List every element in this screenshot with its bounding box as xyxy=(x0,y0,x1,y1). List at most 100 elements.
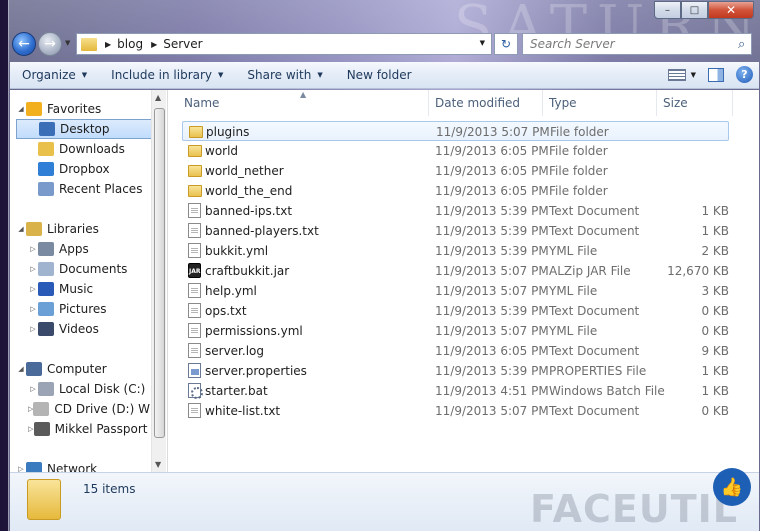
nav-item-documents[interactable]: ▷ Documents xyxy=(16,259,156,279)
breadcrumb-blog[interactable]: blog xyxy=(117,37,143,51)
nav-item-apps[interactable]: ▷ Apps xyxy=(16,239,156,259)
address-dropdown-icon[interactable]: ▼ xyxy=(480,39,485,47)
document-icon xyxy=(188,303,201,318)
nav-item-recent-places[interactable]: Recent Places xyxy=(16,179,156,199)
expand-arrow-icon[interactable]: ▷ xyxy=(28,325,38,333)
recent-places-icon xyxy=(38,182,54,196)
breadcrumb[interactable]: ▶ blog xyxy=(105,37,143,51)
navigation-pane-scrollbar[interactable]: ▲ ▼ xyxy=(151,90,166,472)
file-size: 1 KB xyxy=(701,384,729,398)
file-name: world xyxy=(205,144,239,158)
network-icon xyxy=(26,462,42,472)
maximize-button[interactable]: □ xyxy=(681,1,708,19)
file-row[interactable]: plugins 11/9/2013 5:07 PM File folder xyxy=(182,121,729,141)
file-size: 0 KB xyxy=(701,404,729,418)
expand-arrow-icon[interactable]: ▷ xyxy=(28,285,38,293)
expand-arrow-icon[interactable]: ▷ xyxy=(28,265,38,273)
document-icon xyxy=(188,243,201,258)
nav-item-computer[interactable]: ◢ Computer xyxy=(16,359,156,379)
like-icon[interactable]: 👍 xyxy=(713,468,751,506)
scroll-up-icon[interactable]: ▲ xyxy=(155,93,161,102)
preview-pane-icon[interactable] xyxy=(708,67,724,82)
file-row[interactable]: server.log 11/9/2013 6:05 PM Text Document… xyxy=(182,341,729,361)
file-row[interactable]: world 11/9/2013 6:05 PM File folder xyxy=(182,141,729,161)
folder-icon xyxy=(188,185,202,197)
breadcrumb-separator-icon: ▶ xyxy=(151,39,158,49)
content-area: ◢ Favorites Desktop Downloads Dropbox Recent … xyxy=(10,90,759,472)
file-row[interactable]: JAR craftbukkit.jar 11/9/2013 5:07 PM ALZip… xyxy=(182,261,729,281)
column-header-date[interactable]: Date modified xyxy=(429,90,543,116)
close-button[interactable]: ✕ xyxy=(708,1,754,19)
view-controls: ▼ ? xyxy=(667,66,753,83)
nav-item-videos[interactable]: ▷ Videos xyxy=(16,319,156,339)
file-date: 11/9/2013 5:07 PM xyxy=(435,264,549,278)
file-row[interactable]: banned-ips.txt 11/9/2013 5:39 PM Text Docu… xyxy=(182,201,729,221)
column-header-type[interactable]: Type xyxy=(543,90,657,116)
file-row[interactable]: ops.txt 11/9/2013 5:39 PM Text Document 0 K… xyxy=(182,301,729,321)
column-header-size[interactable]: Size xyxy=(657,90,733,116)
refresh-button[interactable]: ↻ xyxy=(494,33,518,55)
forward-button[interactable]: → xyxy=(38,32,62,56)
minimize-button[interactable]: – xyxy=(654,1,681,19)
file-size: 1 KB xyxy=(701,204,729,218)
expand-arrow-icon[interactable]: ▷ xyxy=(28,305,38,313)
change-view-button[interactable]: ▼ xyxy=(667,68,696,81)
properties-file-icon xyxy=(188,363,201,378)
pane-divider[interactable] xyxy=(167,90,168,472)
file-type: ALZip JAR File xyxy=(549,264,631,278)
breadcrumb-separator-icon: ▶ xyxy=(105,39,112,49)
file-date: 11/9/2013 4:51 PM xyxy=(435,384,549,398)
file-row[interactable]: help.yml 11/9/2013 5:07 PM YML File 3 KB xyxy=(182,281,729,301)
nav-item-downloads-folder[interactable]: Downloads xyxy=(16,139,156,159)
breadcrumb[interactable]: ▶ Server xyxy=(151,37,203,51)
expand-arrow-icon[interactable]: ▷ xyxy=(28,425,34,433)
scrollbar-thumb[interactable] xyxy=(154,108,165,438)
expand-arrow-icon[interactable]: ◢ xyxy=(16,225,26,233)
nav-item-dropbox[interactable]: Dropbox xyxy=(16,159,156,179)
search-icon[interactable]: ⌕ xyxy=(738,37,756,52)
file-name: ops.txt xyxy=(205,304,247,318)
file-row[interactable]: starter.bat 11/9/2013 4:51 PM Windows Batc… xyxy=(182,381,729,401)
nav-item-external-drive[interactable]: ▷ Mikkel Passport ( xyxy=(16,419,156,439)
scroll-down-icon[interactable]: ▼ xyxy=(155,460,161,469)
file-row[interactable]: world_nether 11/9/2013 6:05 PM File folder xyxy=(182,161,729,181)
document-icon xyxy=(188,403,201,418)
search-input[interactable]: Search Server xyxy=(522,33,752,55)
file-row[interactable]: world_the_end 11/9/2013 6:05 PM File folde… xyxy=(182,181,729,201)
back-button[interactable]: ← xyxy=(12,32,36,56)
expand-arrow-icon[interactable]: ▷ xyxy=(16,465,26,472)
nav-item-network[interactable]: ▷ Network xyxy=(16,459,156,472)
nav-item-music[interactable]: ▷ Music xyxy=(16,279,156,299)
include-in-library-menu[interactable]: Include in library ▼ xyxy=(99,68,235,82)
file-row[interactable]: permissions.yml 11/9/2013 5:07 PM YML File… xyxy=(182,321,729,341)
expand-arrow-icon[interactable]: ◢ xyxy=(16,365,26,373)
nav-item-desktop[interactable]: Desktop xyxy=(16,119,156,139)
nav-item-local-disk[interactable]: ▷ Local Disk (C:) xyxy=(16,379,156,399)
nav-item-pictures[interactable]: ▷ Pictures xyxy=(16,299,156,319)
nav-item-libraries[interactable]: ◢ Libraries xyxy=(16,219,156,239)
file-name: help.yml xyxy=(205,284,257,298)
nav-item-star[interactable]: ◢ Favorites xyxy=(16,99,156,119)
file-date: 11/9/2013 6:05 PM xyxy=(435,344,549,358)
file-type: File folder xyxy=(549,164,608,178)
file-date: 11/9/2013 5:07 PM xyxy=(435,404,549,418)
expand-arrow-icon[interactable]: ▷ xyxy=(28,245,38,253)
expand-arrow-icon[interactable]: ▷ xyxy=(28,385,38,393)
file-name: world_nether xyxy=(205,164,284,178)
column-date-label: Date modified xyxy=(435,96,521,110)
file-row[interactable]: server.properties 11/9/2013 5:39 PM PROPER… xyxy=(182,361,729,381)
nav-item-cd-drive[interactable]: ▷ CD Drive (D:) WD xyxy=(16,399,159,419)
recent-pages-dropdown-icon[interactable]: ▼ xyxy=(65,39,70,47)
file-row[interactable]: white-list.txt 11/9/2013 5:07 PM Text Docu… xyxy=(182,401,729,421)
share-with-menu[interactable]: Share with ▼ xyxy=(235,68,334,82)
breadcrumb-server[interactable]: Server xyxy=(163,37,202,51)
new-folder-button[interactable]: New folder xyxy=(335,68,424,82)
address-bar[interactable]: ▶ blog ▶ Server ▼ xyxy=(76,33,492,55)
help-icon[interactable]: ? xyxy=(736,66,753,83)
file-type: Text Document xyxy=(549,204,640,218)
file-row[interactable]: bukkit.yml 11/9/2013 5:39 PM YML File 2 KB xyxy=(182,241,729,261)
nav-item-label: Videos xyxy=(59,322,99,336)
expand-arrow-icon[interactable]: ◢ xyxy=(16,105,26,113)
organize-menu[interactable]: Organize ▼ xyxy=(10,68,99,82)
file-row[interactable]: banned-players.txt 11/9/2013 5:39 PM Text … xyxy=(182,221,729,241)
